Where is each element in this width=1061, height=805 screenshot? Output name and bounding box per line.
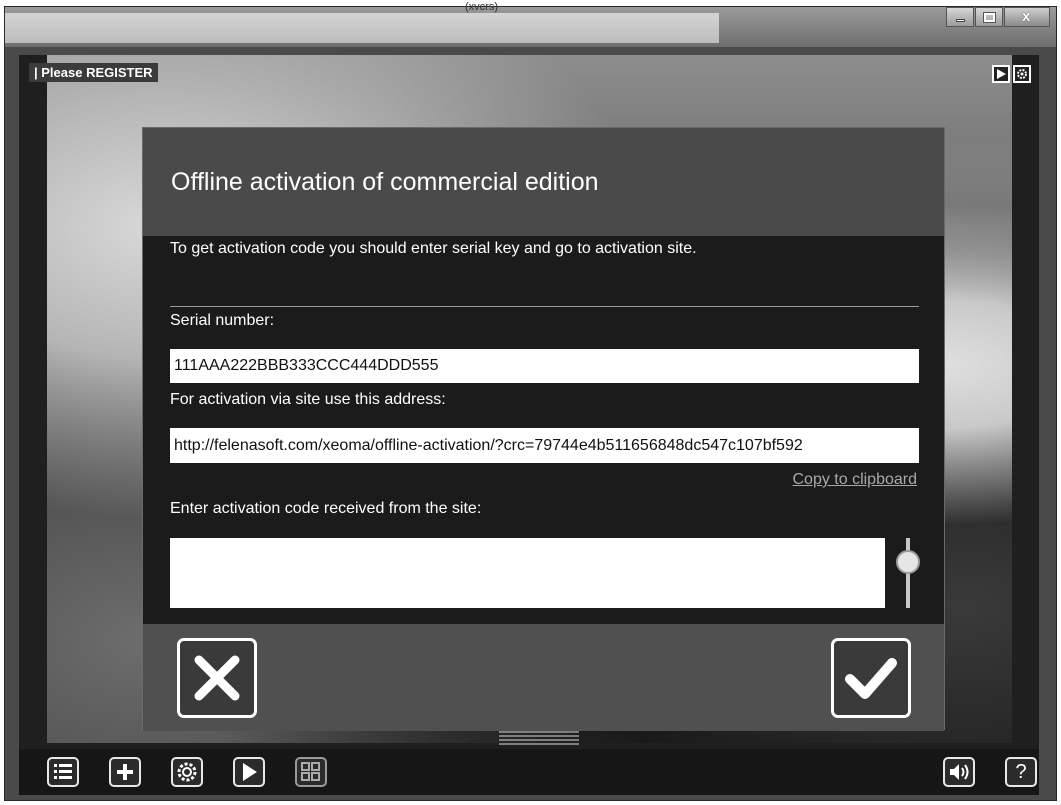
copy-to-clipboard-link[interactable]: Copy to clipboard: [792, 471, 917, 489]
help-button[interactable]: ?: [1005, 757, 1037, 787]
settings-button[interactable]: [171, 757, 203, 787]
serial-number-field[interactable]: [170, 349, 919, 383]
list-icon: [54, 764, 72, 779]
confirm-button[interactable]: [831, 638, 911, 718]
settings-icon[interactable]: [1013, 65, 1031, 83]
maximize-button[interactable]: [975, 7, 1003, 27]
activation-address-label: For activation via site use this address…: [170, 391, 446, 408]
dialog-body: To get activation code you should enter …: [143, 236, 944, 624]
activation-code-input[interactable]: [170, 538, 885, 608]
bottom-toolbar: ?: [19, 749, 1039, 795]
minimize-button[interactable]: [946, 7, 974, 27]
dialog-footer: [143, 624, 944, 731]
activation-url-field[interactable]: http://felenasoft.com/xeoma/offline-acti…: [170, 428, 919, 463]
layout-grid-icon: [301, 762, 320, 781]
add-button[interactable]: [109, 757, 141, 787]
close-x-icon: [194, 655, 240, 701]
dialog-header: Offline activation of commercial edition: [143, 128, 944, 236]
maximize-icon: [983, 12, 996, 23]
play-icon: [243, 763, 257, 781]
register-banner[interactable]: | Please REGISTER: [29, 63, 158, 82]
panel-grip[interactable]: [499, 731, 579, 745]
serial-number-label: Serial number:: [170, 312, 275, 329]
settings-gear-icon: [177, 762, 197, 782]
dialog-title: Offline activation of commercial edition: [171, 168, 599, 196]
activation-dialog: Offline activation of commercial edition…: [142, 127, 945, 731]
sound-icon: [950, 764, 969, 780]
cancel-button[interactable]: [177, 638, 257, 718]
minimize-icon: [956, 19, 965, 22]
add-icon: [117, 764, 133, 780]
client-area: | Please REGISTER Offline activation of …: [19, 55, 1039, 795]
code-scrollbar-thumb[interactable]: [896, 550, 920, 574]
list-button[interactable]: [47, 757, 79, 787]
activation-code-label: Enter activation code received from the …: [170, 500, 482, 517]
divider: [170, 306, 919, 307]
play-icon[interactable]: [992, 65, 1010, 83]
title-bar[interactable]: (xvcrs) x: [5, 1, 1056, 47]
window-title: (xvcrs): [465, 1, 498, 13]
close-button[interactable]: x: [1004, 7, 1050, 27]
title-bar-strip: [5, 13, 719, 43]
play-button[interactable]: [233, 757, 265, 787]
help-icon: ?: [1015, 761, 1027, 783]
layout-button[interactable]: [295, 757, 327, 787]
intro-text: To get activation code you should enter …: [170, 240, 697, 257]
window-controls: x: [945, 7, 1050, 29]
close-icon: x: [1022, 8, 1031, 25]
app-window: (xvcrs) x | Please REGISTER Offline acti…: [4, 1, 1057, 801]
checkmark-icon: [845, 658, 897, 699]
sound-button[interactable]: [943, 757, 975, 787]
top-right-icons: [992, 65, 1031, 83]
